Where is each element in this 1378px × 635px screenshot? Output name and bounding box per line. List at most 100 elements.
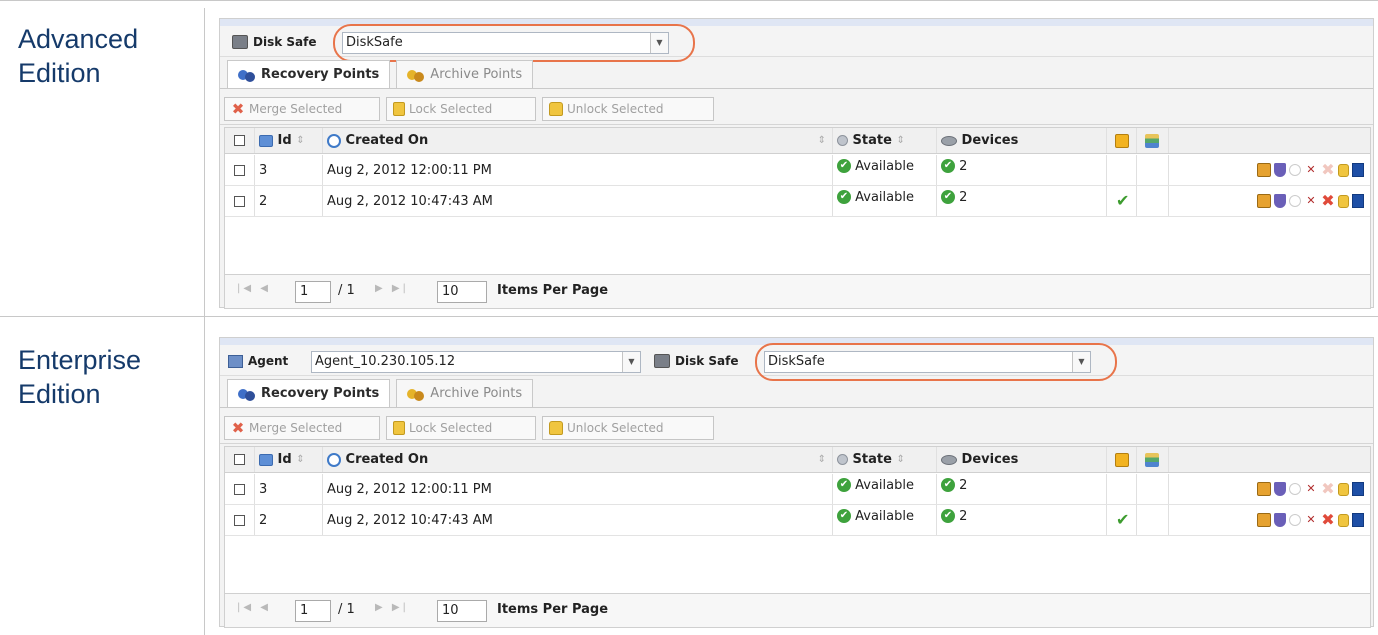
- archive-points-icon: [407, 387, 425, 401]
- search-icon[interactable]: [1289, 483, 1301, 495]
- shield-icon[interactable]: [1274, 482, 1286, 496]
- unlock-selected-button[interactable]: Unlock Selected: [542, 97, 714, 121]
- checkmark-circle-icon: ✔: [837, 159, 851, 173]
- restore-icon[interactable]: ✕: [1304, 163, 1318, 177]
- page-number-input[interactable]: 1: [295, 600, 331, 622]
- agent-select[interactable]: Agent_10.230.105.12 ▼: [311, 351, 641, 373]
- devices-icon: [941, 135, 957, 146]
- delete-icon[interactable]: ✖: [1321, 512, 1335, 528]
- checkbox-icon[interactable]: [234, 164, 245, 176]
- tab-recovery-points[interactable]: Recovery Points: [227, 60, 391, 88]
- sort-icon[interactable]: ⇕: [818, 135, 826, 146]
- cell-id: 2: [255, 505, 323, 535]
- merge-selected-button[interactable]: ✖ Merge Selected: [224, 416, 380, 440]
- column-header-state[interactable]: State ⇕: [833, 128, 937, 153]
- tag-icon: [259, 134, 273, 147]
- table-row[interactable]: 3 Aug 2, 2012 12:00:11 PM ✔ Available ✔ …: [225, 155, 1370, 186]
- shield-icon[interactable]: [1274, 163, 1286, 177]
- column-header-archived[interactable]: [1107, 128, 1137, 153]
- checkbox-icon[interactable]: [234, 514, 245, 526]
- table-row[interactable]: 3 Aug 2, 2012 12:00:11 PM ✔ Available ✔ …: [225, 474, 1370, 505]
- sort-icon[interactable]: ⇕: [296, 454, 304, 465]
- comparison-table: Advanced Edition Disk Safe DiskSafe ▼ Re…: [0, 0, 1378, 635]
- sort-icon[interactable]: ⇕: [896, 454, 904, 465]
- merge-selected-button[interactable]: ✖ Merge Selected: [224, 97, 380, 121]
- lock-selected-button[interactable]: Lock Selected: [386, 416, 536, 440]
- lock-icon[interactable]: [1338, 513, 1349, 527]
- book-icon[interactable]: [1352, 163, 1364, 177]
- merge-icon: ✖: [231, 419, 245, 437]
- disk-safe-label: Disk Safe: [654, 354, 738, 368]
- table-row[interactable]: 2 Aug 2, 2012 10:47:43 AM ✔ Available ✔ …: [225, 505, 1370, 536]
- lock-icon[interactable]: [1338, 163, 1349, 177]
- column-header-state[interactable]: State ⇕: [833, 447, 937, 472]
- delete-icon[interactable]: ✖: [1321, 193, 1335, 209]
- row-checkbox[interactable]: [225, 186, 255, 216]
- sort-icon[interactable]: ⇕: [818, 454, 826, 465]
- table-row[interactable]: 2 Aug 2, 2012 10:47:43 AM ✔ Available ✔ …: [225, 186, 1370, 217]
- archive-box-icon: [1115, 133, 1129, 148]
- row-checkbox[interactable]: [225, 505, 255, 535]
- sort-icon[interactable]: ⇕: [296, 135, 304, 146]
- tab-archive-points[interactable]: Archive Points: [396, 379, 534, 407]
- restore-icon[interactable]: ✕: [1304, 482, 1318, 496]
- checkmark-circle-icon: ✔: [837, 190, 851, 204]
- lock-icon[interactable]: [1338, 194, 1349, 208]
- delete-icon[interactable]: ✖: [1321, 481, 1335, 497]
- items-per-page-input[interactable]: 10: [437, 600, 487, 622]
- book-icon[interactable]: [1352, 513, 1364, 527]
- unlock-selected-button[interactable]: Unlock Selected: [542, 416, 714, 440]
- search-icon[interactable]: [1289, 514, 1301, 526]
- checkbox-icon[interactable]: [234, 135, 245, 146]
- column-header-replicated[interactable]: [1137, 128, 1169, 153]
- chevron-down-icon[interactable]: ▼: [622, 352, 640, 372]
- lock-selected-button[interactable]: Lock Selected: [386, 97, 536, 121]
- select-all-checkbox[interactable]: [225, 128, 255, 153]
- browse-icon[interactable]: [1257, 194, 1271, 208]
- tab-archive-points[interactable]: Archive Points: [396, 60, 534, 88]
- next-last-page-icon[interactable]: ▶ ▶|: [375, 283, 409, 294]
- column-header-id[interactable]: Id ⇕: [255, 128, 323, 153]
- tab-recovery-points[interactable]: Recovery Points: [227, 379, 391, 407]
- browse-icon[interactable]: [1257, 163, 1271, 177]
- cell-actions: ✕ ✖: [1169, 474, 1372, 504]
- search-icon[interactable]: [1289, 195, 1301, 207]
- merge-icon: ✖: [231, 100, 245, 118]
- cell-actions: ✕ ✖: [1169, 505, 1372, 535]
- restore-icon[interactable]: ✕: [1304, 194, 1318, 208]
- column-header-id[interactable]: Id ⇕: [255, 447, 323, 472]
- row-checkbox[interactable]: [225, 474, 255, 504]
- restore-icon[interactable]: ✕: [1304, 513, 1318, 527]
- sort-icon[interactable]: ⇕: [896, 135, 904, 146]
- shield-icon[interactable]: [1274, 513, 1286, 527]
- first-prev-page-icon[interactable]: |◀ ◀: [237, 602, 271, 613]
- column-header-replicated[interactable]: [1137, 447, 1169, 472]
- page-number-input[interactable]: 1: [295, 281, 331, 303]
- column-header-devices[interactable]: Devices: [937, 128, 1107, 153]
- book-icon[interactable]: [1352, 194, 1364, 208]
- row-checkbox[interactable]: [225, 155, 255, 185]
- column-header-created-on[interactable]: Created On ⇕: [323, 128, 833, 153]
- column-header-devices[interactable]: Devices: [937, 447, 1107, 472]
- browse-icon[interactable]: [1257, 482, 1271, 496]
- shield-icon[interactable]: [1274, 194, 1286, 208]
- checkbox-icon[interactable]: [234, 483, 245, 495]
- cell-replicated: [1137, 186, 1169, 216]
- lock-icon[interactable]: [1338, 482, 1349, 496]
- items-per-page-input[interactable]: 10: [437, 281, 487, 303]
- checkmark-icon: ✔: [1116, 510, 1130, 529]
- column-header-created-on[interactable]: Created On ⇕: [323, 447, 833, 472]
- tab-bar: Recovery Points Archive Points: [227, 379, 539, 407]
- delete-icon[interactable]: ✖: [1321, 162, 1335, 178]
- checkmark-icon: ✔: [1116, 191, 1130, 210]
- select-all-checkbox[interactable]: [225, 447, 255, 472]
- next-last-page-icon[interactable]: ▶ ▶|: [375, 602, 409, 613]
- search-icon[interactable]: [1289, 164, 1301, 176]
- page-count: / 1: [338, 283, 355, 298]
- checkbox-icon[interactable]: [234, 454, 245, 465]
- checkbox-icon[interactable]: [234, 195, 245, 207]
- browse-icon[interactable]: [1257, 513, 1271, 527]
- column-header-archived[interactable]: [1107, 447, 1137, 472]
- first-prev-page-icon[interactable]: |◀ ◀: [237, 283, 271, 294]
- book-icon[interactable]: [1352, 482, 1364, 496]
